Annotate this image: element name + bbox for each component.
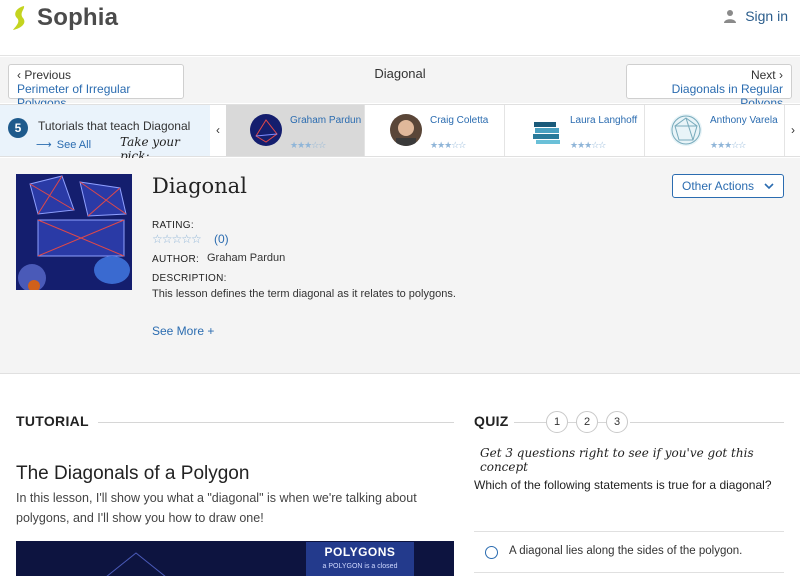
chevron-down-icon (764, 182, 774, 189)
other-actions-button[interactable]: Other Actions (672, 174, 784, 198)
chevron-right-icon: › (779, 68, 783, 82)
tutorial-divider (98, 422, 454, 423)
tutorials-label: Tutorials that teach Diagonal (38, 119, 191, 133)
tutor-scroll-right-button[interactable]: › (785, 105, 800, 156)
sophia-logo-icon (13, 6, 25, 30)
tutor-name: Laura Langhoff (570, 115, 638, 126)
lesson-thumbnail[interactable] (16, 174, 132, 290)
top-bar: Sophia Sign in (0, 0, 800, 56)
user-icon (724, 10, 737, 23)
arrow-right-icon: ⟶ (36, 139, 52, 151)
see-all-label: See All (56, 138, 92, 151)
tutor-name: Graham Pardun (290, 115, 362, 126)
tutor-rating: ★★★☆☆ (290, 140, 326, 150)
answer-text: A diagonal lies along the sides of the p… (509, 545, 743, 557)
tutor-name: Anthony Varela (710, 115, 778, 126)
quiz-answer-option[interactable]: A diagonal lies along the sides of the p… (474, 531, 784, 573)
rating-count[interactable]: (0) (214, 232, 229, 246)
tutor-rating: ★★★☆☆ (570, 140, 606, 150)
sign-in-link[interactable]: Sign in (723, 8, 788, 24)
quiz-step-2: 2 (576, 411, 598, 433)
author-label: AUTHOR: (152, 254, 200, 265)
lesson-nav: ‹ Previous Perimeter of Irregular Polygo… (0, 57, 800, 110)
description-label: DESCRIPTION: (152, 273, 227, 284)
rating-stars[interactable]: ☆☆☆☆☆ (152, 232, 202, 246)
video-polygon-graphic (106, 552, 166, 576)
tutor-card-anthony-varela[interactable]: Anthony Varela ★★★☆☆ (646, 105, 785, 156)
tutor-rating: ★★★☆☆ (710, 140, 746, 150)
sophia-logo[interactable]: Sophia (10, 4, 118, 32)
quiz-step-3: 3 (606, 411, 628, 433)
tutor-strip: 5 Tutorials that teach Diagonal ⟶ See Al… (0, 104, 800, 163)
tutorial-description: In this lesson, I'll show you what a "di… (16, 491, 417, 525)
tutor-card-laura-langhoff[interactable]: Laura Langhoff ★★★☆☆ (506, 105, 645, 156)
tutorial-title: The Diagonals of a Polygon (16, 463, 250, 484)
video-subtext: a POLYGON is a closed (322, 563, 398, 570)
tutor-card-craig-coletta[interactable]: Craig Coletta ★★★☆☆ (366, 105, 505, 156)
other-actions-label: Other Actions (682, 179, 755, 193)
tutor-avatar-books (530, 114, 562, 146)
see-all-link[interactable]: ⟶ See All (36, 138, 92, 152)
quiz-hint: Get 3 questions right to see if you've g… (480, 446, 754, 474)
quiz-divider (630, 422, 784, 423)
brand-name: Sophia (37, 4, 119, 31)
video-heading: POLYGONS (324, 545, 396, 559)
tutor-avatar (670, 114, 702, 146)
rating-label: RATING: (152, 220, 194, 231)
tutorial-count-badge: 5 (8, 118, 28, 138)
see-more-link[interactable]: See More + (152, 324, 214, 338)
lesson-title: Diagonal (152, 174, 247, 198)
tutorials-count-panel: 5 Tutorials that teach Diagonal ⟶ See Al… (0, 105, 210, 163)
tutor-rating: ★★★☆☆ (430, 140, 466, 150)
tutor-avatar (250, 114, 282, 146)
tutorial-video[interactable]: POLYGONS a POLYGON is a closed (16, 541, 454, 576)
video-title-card: POLYGONS a POLYGON is a closed (306, 542, 414, 576)
tutor-name: Craig Coletta (430, 115, 489, 126)
next-lesson-button[interactable]: Next › Diagonals in Regular Polyons (626, 64, 792, 110)
tutor-avatar (390, 114, 422, 146)
author-name: Graham Pardun (207, 252, 286, 264)
tutor-card-graham-pardun[interactable]: Graham Pardun ★★★☆☆ (226, 105, 365, 156)
next-label: Next (750, 68, 776, 82)
tutorial-heading: TUTORIAL (16, 413, 89, 429)
sign-in-label: Sign in (745, 8, 788, 24)
tutor-scroll-left-button[interactable]: ‹ (210, 105, 226, 156)
quiz-heading: QUIZ (474, 413, 509, 429)
lesson-info-panel: Diagonal RATING: ☆☆☆☆☆ (0) AUTHOR: Graha… (0, 158, 800, 374)
quiz-step-1: 1 (546, 411, 568, 433)
lesson-description: This lesson defines the term diagonal as… (152, 288, 456, 300)
answer-radio[interactable] (485, 546, 498, 559)
quiz-question: Which of the following statements is tru… (474, 478, 772, 492)
quiz-divider (514, 422, 548, 423)
